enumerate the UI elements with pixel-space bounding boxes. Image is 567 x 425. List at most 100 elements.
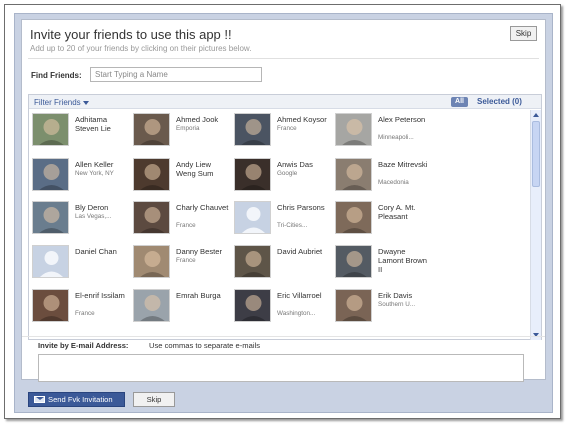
- friend-name: Chris Parsons: [277, 203, 325, 212]
- find-friends-input[interactable]: Start Typing a Name: [90, 67, 262, 82]
- friend-location: Southern U...: [378, 301, 416, 308]
- friend-grid-scrollbar[interactable]: [530, 110, 541, 340]
- friend-card[interactable]: Daniel Chan: [29, 245, 129, 289]
- invite-email-hint: Use commas to separate e-mails: [149, 341, 260, 350]
- friend-card[interactable]: Charly Chauvet France: [130, 201, 230, 245]
- friend-photo[interactable]: [335, 201, 372, 234]
- send-invitation-label: Send Fvk Invitation: [48, 395, 113, 404]
- friend-name: Anwis Das: [277, 160, 313, 169]
- friend-photo[interactable]: [133, 113, 170, 146]
- invite-dialog: Invite your friends to use this app !! A…: [21, 19, 546, 382]
- mail-icon: [34, 396, 45, 403]
- friend-photo[interactable]: [234, 201, 271, 234]
- friend-card[interactable]: Eric Villarroel Washington...: [231, 289, 331, 333]
- scroll-up-icon[interactable]: [531, 110, 541, 120]
- avatar: [33, 290, 68, 321]
- chevron-down-icon: [82, 100, 89, 105]
- friend-name: Eric Villarroel: [277, 291, 322, 300]
- friend-card[interactable]: Danny Bester France: [130, 245, 230, 289]
- friend-location: France: [75, 310, 95, 317]
- friend-card[interactable]: Dwayne Lamont Brown II: [332, 245, 432, 289]
- friend-name: Dwayne Lamont Brown II: [378, 247, 427, 274]
- friend-card[interactable]: Erik Davis Southern U...: [332, 289, 432, 333]
- friend-photo[interactable]: [335, 289, 372, 322]
- friend-name: Adhitama Steven Lie: [75, 115, 111, 133]
- friend-card[interactable]: Ahmed Jook Emporia: [130, 113, 230, 157]
- invite-email-label: Invite by E-mail Address:: [38, 341, 129, 350]
- friend-photo[interactable]: [234, 113, 271, 146]
- friend-name: Allen Keller: [75, 160, 114, 169]
- friend-photo[interactable]: [133, 289, 170, 322]
- friend-card[interactable]: Andy Liew Weng Sum: [130, 158, 230, 202]
- filter-bar: Filter Friends All Selected (0): [29, 95, 541, 109]
- friend-card[interactable]: Bly Deron Las Vegas,...: [29, 201, 129, 245]
- friend-photo[interactable]: [234, 245, 271, 278]
- friend-card[interactable]: David Aubriet: [231, 245, 331, 289]
- scroll-down-icon[interactable]: [531, 330, 541, 340]
- friend-photo[interactable]: [133, 201, 170, 234]
- friend-name: Ahmed Koysor: [277, 115, 327, 124]
- friend-photo[interactable]: [32, 289, 69, 322]
- avatar: [235, 202, 270, 233]
- friend-photo[interactable]: [32, 158, 69, 191]
- friend-grid: Adhitama Steven Lie Ahmed Jook Emporia Ahme…: [29, 110, 529, 340]
- avatar: [336, 246, 371, 277]
- friend-name: Bly Deron: [75, 203, 109, 212]
- friend-location: Emporia: [176, 125, 200, 132]
- filter-all-button[interactable]: All: [451, 97, 468, 107]
- friend-photo[interactable]: [133, 245, 170, 278]
- avatar: [235, 159, 270, 190]
- filter-friends-label: Filter Friends: [34, 98, 81, 107]
- friend-photo[interactable]: [32, 113, 69, 146]
- header-divider: [28, 58, 539, 59]
- friend-photo[interactable]: [335, 113, 372, 146]
- friend-location: France: [277, 125, 297, 132]
- friend-name: Charly Chauvet: [176, 203, 229, 212]
- friend-card[interactable]: El-enrif Issilam France: [29, 289, 129, 333]
- avatar: [235, 290, 270, 321]
- friend-location: France: [176, 257, 196, 264]
- skip-button-bottom[interactable]: Skip: [133, 392, 175, 407]
- friend-card[interactable]: Baze Mitrevski Macedonia: [332, 158, 432, 202]
- skip-button-top[interactable]: Skip: [510, 26, 537, 41]
- app-window: Invite your friends to use this app !! A…: [4, 4, 561, 419]
- friend-name: Baze Mitrevski: [378, 160, 428, 169]
- friend-photo[interactable]: [32, 245, 69, 278]
- friend-name: Emrah Burga: [176, 291, 221, 300]
- friend-name: Alex Peterson: [378, 115, 426, 124]
- friend-card[interactable]: Anwis Das Google: [231, 158, 331, 202]
- filter-selected-link[interactable]: Selected (0): [477, 97, 522, 106]
- avatar: [33, 159, 68, 190]
- friend-card[interactable]: Ahmed Koysor France: [231, 113, 331, 157]
- avatar: [134, 114, 169, 145]
- friend-photo[interactable]: [32, 201, 69, 234]
- avatar: [235, 246, 270, 277]
- friend-card[interactable]: Alex Peterson Minneapoli...: [332, 113, 432, 157]
- friend-card[interactable]: Cory A. Mt. Pleasant: [332, 201, 432, 245]
- friend-photo[interactable]: [335, 158, 372, 191]
- avatar: [33, 114, 68, 145]
- send-invitation-button[interactable]: Send Fvk Invitation: [28, 392, 125, 407]
- friend-photo[interactable]: [234, 158, 271, 191]
- friend-card[interactable]: Chris Parsons Tri-Cities...: [231, 201, 331, 245]
- friend-location: Google: [277, 170, 298, 177]
- friend-name: Danny Bester: [176, 247, 223, 256]
- friend-card[interactable]: Adhitama Steven Lie: [29, 113, 129, 157]
- avatar: [33, 202, 68, 233]
- friend-card[interactable]: Emrah Burga: [130, 289, 230, 333]
- friend-card[interactable]: Allen Keller New York, NY: [29, 158, 129, 202]
- invite-email-textarea[interactable]: [38, 354, 524, 382]
- filter-friends-dropdown[interactable]: Filter Friends: [34, 98, 89, 107]
- friend-location: Las Vegas,...: [75, 213, 112, 220]
- dialog-frame: Invite your friends to use this app !! A…: [14, 13, 553, 413]
- avatar: [134, 290, 169, 321]
- friend-photo[interactable]: [335, 245, 372, 278]
- find-friends-label: Find Friends:: [31, 71, 82, 80]
- avatar: [134, 159, 169, 190]
- friend-photo[interactable]: [133, 158, 170, 191]
- scrollbar-thumb[interactable]: [532, 121, 540, 187]
- friend-name: Ahmed Jook: [176, 115, 219, 124]
- avatar: [235, 114, 270, 145]
- friend-location: New York, NY: [75, 170, 114, 177]
- friend-photo[interactable]: [234, 289, 271, 322]
